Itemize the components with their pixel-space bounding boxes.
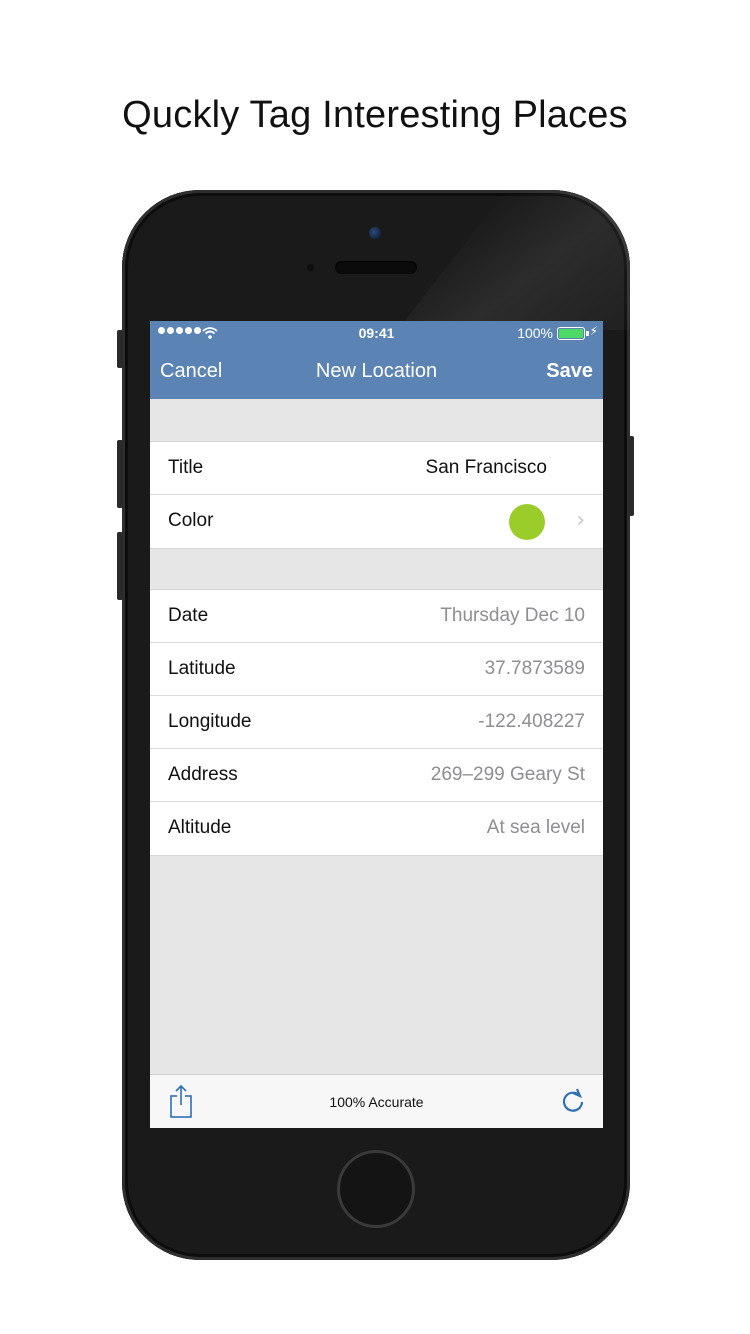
list-item-date: Date Thursday Dec 10 <box>150 590 603 643</box>
battery-icon <box>557 327 585 340</box>
navigation-bar: Cancel New Location Save <box>150 345 603 399</box>
app-screen: 09:41 100% ⚡ Cancel New Location Save Ti… <box>150 321 603 1128</box>
bottom-toolbar: 100% Accurate <box>150 1074 603 1128</box>
color-swatch[interactable] <box>509 504 545 540</box>
proximity-sensor <box>307 264 314 271</box>
refresh-icon[interactable] <box>559 1087 587 1115</box>
title-field[interactable]: San Francisco <box>426 457 547 479</box>
row-value: At sea level <box>486 817 585 838</box>
row-value: -122.408227 <box>478 711 585 732</box>
charging-bolt-icon: ⚡ <box>589 324 598 338</box>
power-button[interactable] <box>628 436 634 516</box>
list-item-altitude: Altitude At sea level <box>150 802 603 855</box>
status-bar: 09:41 100% ⚡ <box>150 321 603 345</box>
row-value: 269–299 Geary St <box>430 764 585 785</box>
battery-percent: 100% <box>517 325 553 341</box>
color-label: Color <box>168 510 214 531</box>
row-value: 37.7873589 <box>484 658 585 679</box>
volume-down-button[interactable] <box>117 532 123 600</box>
mute-switch[interactable] <box>117 330 123 368</box>
home-button[interactable] <box>337 1150 415 1228</box>
title-label: Title <box>168 457 204 478</box>
headline: Quckly Tag Interesting Places <box>122 94 628 136</box>
details-section: Title San Francisco Color › <box>150 441 603 549</box>
row-label: Date <box>168 605 209 626</box>
phone-glare <box>397 190 630 330</box>
row-value: Thursday Dec 10 <box>440 605 585 626</box>
list-item-longitude: Longitude -122.408227 <box>150 696 603 749</box>
list-item-latitude: Latitude 37.7873589 <box>150 643 603 696</box>
front-camera <box>369 227 381 239</box>
battery-nub <box>586 331 589 336</box>
accuracy-text: 100% Accurate <box>329 1094 424 1110</box>
info-section: Date Thursday Dec 10 Latitude 37.7873589… <box>150 589 603 856</box>
save-button[interactable]: Save <box>546 360 593 383</box>
row-label: Longitude <box>168 711 252 732</box>
page-title: New Location <box>315 360 438 382</box>
row-label: Altitude <box>168 817 232 838</box>
list-item-address: Address 269–299 Geary St <box>150 749 603 802</box>
row-label: Latitude <box>168 658 236 679</box>
earpiece-speaker <box>335 261 417 274</box>
color-row[interactable]: Color › <box>150 495 603 548</box>
row-label: Address <box>168 764 238 785</box>
title-row[interactable]: Title San Francisco <box>150 442 603 495</box>
chevron-right-icon: › <box>576 508 585 533</box>
volume-up-button[interactable] <box>117 440 123 508</box>
